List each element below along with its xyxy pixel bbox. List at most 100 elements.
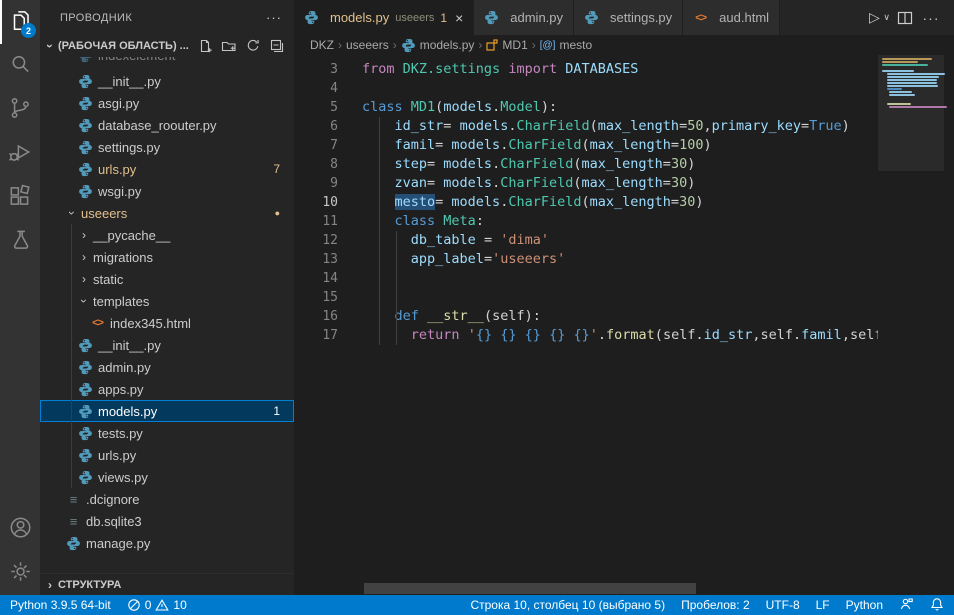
breadcrumb-dkz[interactable]: DKZ: [310, 38, 334, 52]
status-eol[interactable]: LF: [816, 598, 830, 612]
code-line-3: 3from DKZ.settings import DATABASES: [294, 60, 954, 79]
workspace-section-header[interactable]: › (РАБОЧАЯ ОБЛАСТЬ) ...: [40, 35, 294, 57]
split-editor-icon[interactable]: [894, 6, 916, 30]
tree-item-templates[interactable]: ›templates: [40, 290, 294, 312]
tab-label: models.py: [330, 10, 389, 25]
code-text: mesto= models.CharField(max_length=30): [338, 193, 703, 212]
tree-item-models-py[interactable]: models.py1: [40, 400, 294, 422]
tree-item-index345-html[interactable]: <> index345.html: [40, 312, 294, 334]
html-file-icon: <>: [90, 316, 105, 331]
tree-item-label: index345.html: [110, 316, 191, 331]
status-cursor-position[interactable]: Строка 10, столбец 10 (выбрано 5): [470, 598, 665, 612]
code-line-16: 16 def __str__(self):: [294, 307, 954, 326]
tree-item-label: __init__.py: [98, 338, 161, 353]
tree-item-static[interactable]: ›static: [40, 268, 294, 290]
activity-bar-run-debug[interactable]: [0, 132, 40, 176]
python-file-icon: [78, 470, 93, 485]
tree-item-indexelement[interactable]: indexelement: [40, 57, 294, 70]
tab-models-py[interactable]: models.pyuseeers1×: [294, 0, 474, 35]
horizontal-scrollbar[interactable]: [364, 583, 696, 594]
activity-bar-extensions[interactable]: [0, 176, 40, 220]
code-editor[interactable]: 3from DKZ.settings import DATABASES45cla…: [294, 55, 954, 595]
tree-item-useeers[interactable]: ›useeers●: [40, 202, 294, 224]
breadcrumb-useeers[interactable]: useeers: [346, 38, 389, 52]
file-tree: indexelement__init__.pyasgi.pydatabase_r…: [40, 57, 294, 554]
minimap[interactable]: [878, 55, 954, 595]
tree-item-tests-py[interactable]: tests.py: [40, 422, 294, 444]
refresh-icon[interactable]: [244, 37, 262, 55]
python-file-icon: [78, 338, 93, 353]
new-folder-icon[interactable]: [220, 37, 238, 55]
breadcrumb-models-py[interactable]: models.py: [401, 38, 475, 53]
status-indentation[interactable]: Пробелов: 2: [681, 598, 750, 612]
status-notifications[interactable]: [930, 597, 944, 614]
tab-problems-badge: 1: [440, 11, 447, 25]
bell-icon: [930, 597, 944, 614]
tree-item--dcignore[interactable]: ≡.dcignore: [40, 488, 294, 510]
tree-item-migrations[interactable]: ›migrations: [40, 246, 294, 268]
debug-icon: [7, 139, 33, 170]
code-line-12: 12 db_table = 'dima': [294, 231, 954, 250]
python-file-icon: [78, 74, 93, 89]
breadcrumb-label: models.py: [420, 38, 475, 52]
tree-item-manage-py[interactable]: manage.py: [40, 532, 294, 554]
python-file-icon: [78, 426, 93, 441]
tree-item--init-py[interactable]: __init__.py: [40, 334, 294, 356]
close-icon[interactable]: ×: [455, 10, 463, 26]
warning-count: 10: [173, 598, 186, 612]
tree-item-admin-py[interactable]: admin.py: [40, 356, 294, 378]
tree-item-views-py[interactable]: views.py: [40, 466, 294, 488]
tab-settings-py[interactable]: settings.py: [574, 0, 683, 35]
tree-item-label: urls.py: [98, 162, 136, 177]
status-feedback[interactable]: [899, 597, 914, 614]
problems-indicator[interactable]: 0 10: [127, 598, 187, 612]
tree-item-database-roouter-py[interactable]: database_roouter.py: [40, 114, 294, 136]
outline-section-header[interactable]: › СТРУКТУРА: [40, 573, 294, 595]
code-line-11: 11 class Meta:: [294, 212, 954, 231]
activity-bar-source-control[interactable]: [0, 88, 40, 132]
more-actions-icon[interactable]: ···: [920, 6, 942, 30]
code-text: [338, 79, 362, 98]
tree-item-asgi-py[interactable]: asgi.py: [40, 92, 294, 114]
chevron-right-icon: ›: [44, 578, 56, 592]
python-file-icon: [584, 10, 599, 25]
chevron-right-icon: ›: [78, 250, 90, 264]
tree-item--pycache-[interactable]: ›__pycache__: [40, 224, 294, 246]
run-dropdown-icon[interactable]: ∨: [883, 12, 890, 23]
activity-bar-settings[interactable]: [0, 551, 40, 595]
tree-item--init-py[interactable]: __init__.py: [40, 70, 294, 92]
breadcrumb-separator: ›: [478, 38, 482, 52]
tree-item-label: settings.py: [98, 140, 160, 155]
tab-aud-html[interactable]: <>aud.html: [683, 0, 780, 35]
breadcrumb-mesto[interactable]: [@]mesto: [540, 38, 592, 52]
code-lines: 3from DKZ.settings import DATABASES45cla…: [294, 55, 954, 345]
tab-admin-py[interactable]: admin.py: [474, 0, 574, 35]
code-text: [338, 269, 362, 288]
tree-item-wsgi-py[interactable]: wsgi.py: [40, 180, 294, 202]
new-file-icon[interactable]: [196, 37, 214, 55]
code-text: from DKZ.settings import DATABASES: [338, 60, 638, 79]
collapse-all-icon[interactable]: [268, 37, 286, 55]
tree-item-apps-py[interactable]: apps.py: [40, 378, 294, 400]
tab-label: admin.py: [510, 10, 563, 25]
tree-item-label: apps.py: [98, 382, 144, 397]
activity-bar-top: 2: [0, 0, 40, 264]
editor-tabs: models.pyuseeers1×admin.pysettings.py<>a…: [294, 0, 954, 35]
line-number: 3: [294, 60, 338, 79]
breadcrumb-md1[interactable]: MD1: [486, 38, 527, 52]
tree-item-urls-py[interactable]: urls.py7: [40, 158, 294, 180]
activity-bar-explorer[interactable]: 2: [0, 0, 40, 44]
status-language-mode[interactable]: Python: [846, 598, 883, 612]
run-python-file-button[interactable]: ▷: [863, 6, 885, 30]
activity-bar-account[interactable]: [0, 507, 40, 551]
tree-item-urls-py[interactable]: urls.py: [40, 444, 294, 466]
code-line-5: 5class MD1(models.Model):: [294, 98, 954, 117]
python-interpreter[interactable]: Python 3.9.5 64-bit: [10, 598, 111, 612]
activity-bar-search[interactable]: [0, 44, 40, 88]
status-encoding[interactable]: UTF-8: [766, 598, 800, 612]
tree-item-db-sqlite3[interactable]: ≡db.sqlite3: [40, 510, 294, 532]
tree-item-settings-py[interactable]: settings.py: [40, 136, 294, 158]
activity-bar-testing[interactable]: [0, 220, 40, 264]
explorer-more-actions-icon[interactable]: ···: [266, 10, 282, 25]
breadcrumb-label: mesto: [559, 38, 592, 52]
